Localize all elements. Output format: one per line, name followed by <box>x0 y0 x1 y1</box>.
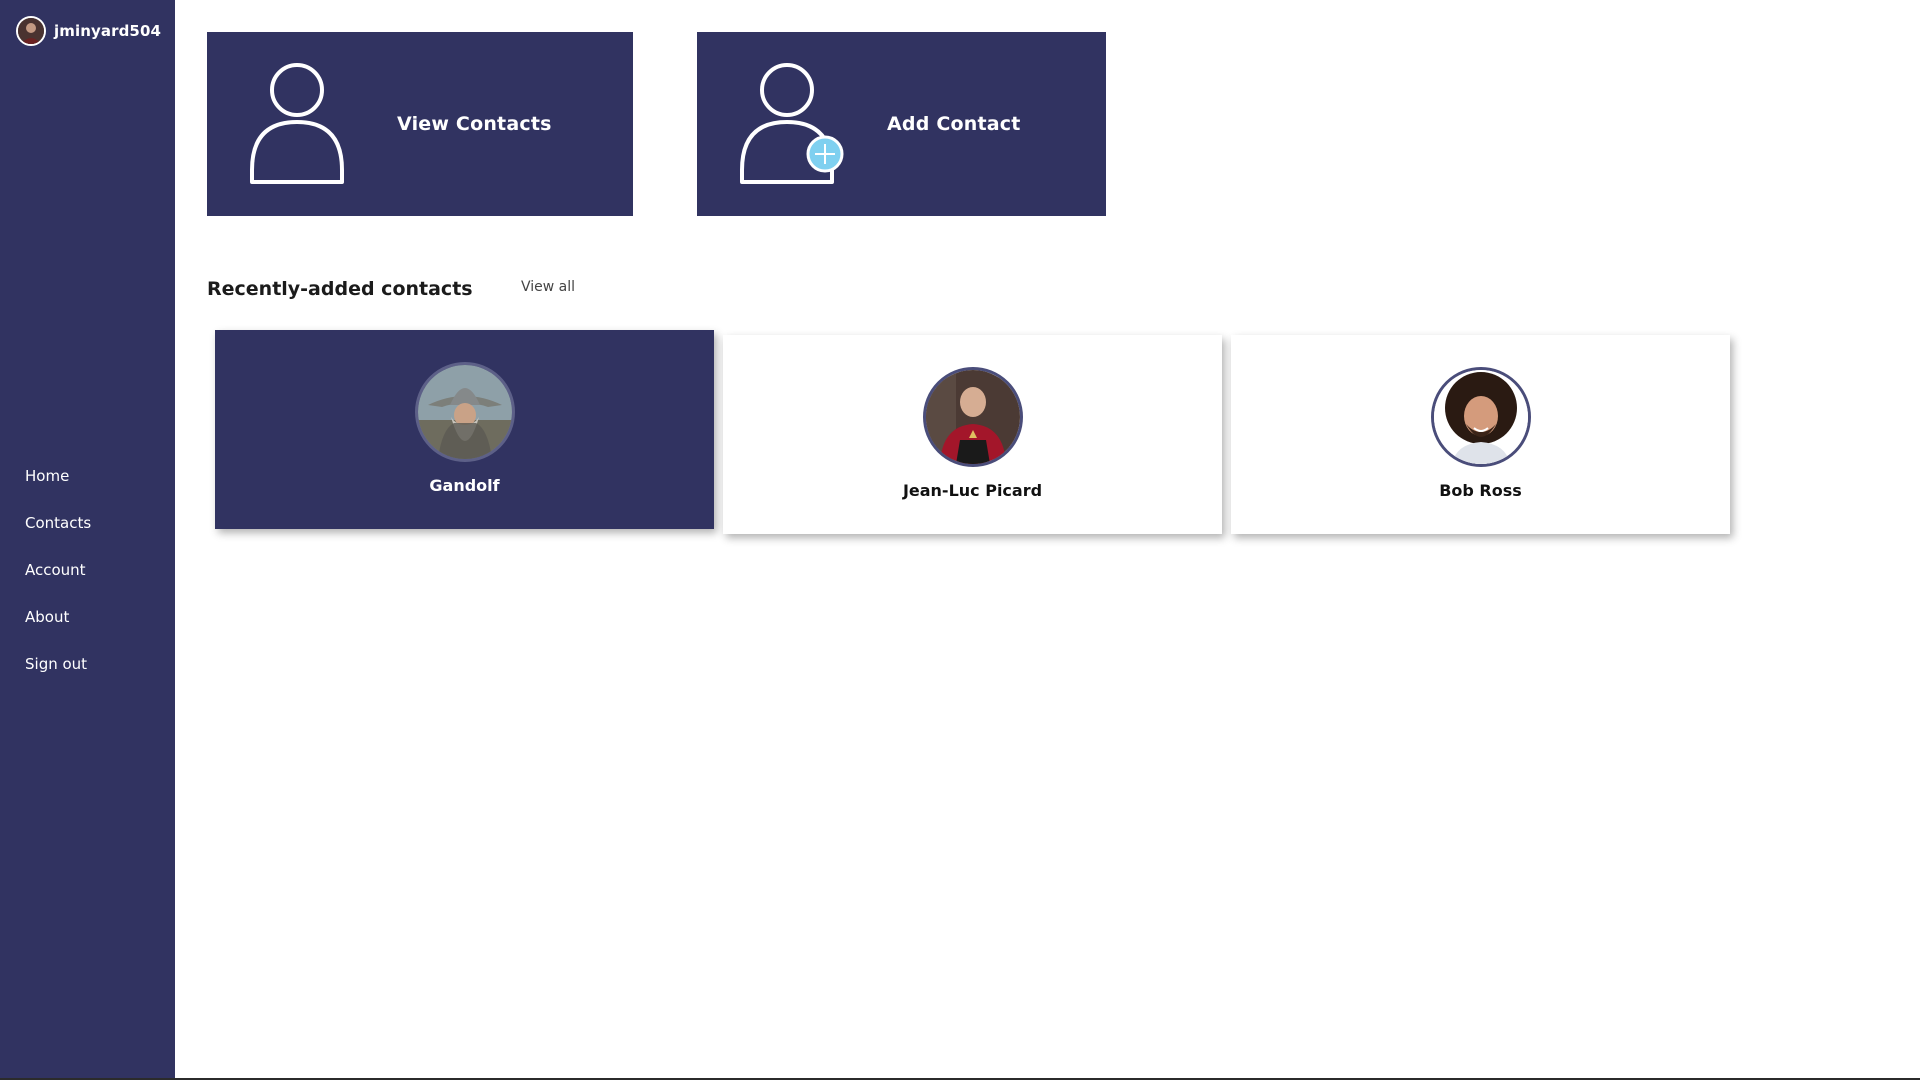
contact-card-gandolf[interactable]: Gandolf <box>215 330 714 529</box>
contact-avatar <box>922 367 1023 467</box>
add-person-icon <box>740 63 844 184</box>
contact-name: Bob Ross <box>1439 481 1522 500</box>
nav-account[interactable]: Account <box>25 557 91 604</box>
user-avatar <box>16 16 46 46</box>
user-profile[interactable]: jminyard504 <box>16 16 161 46</box>
view-contacts-label: View Contacts <box>397 113 552 135</box>
nav-contacts[interactable]: Contacts <box>25 510 91 557</box>
person-icon <box>250 63 344 184</box>
contact-avatar <box>1430 367 1531 467</box>
nav-about[interactable]: About <box>25 604 91 651</box>
sidebar: jminyard504 Home Contacts Account About … <box>0 0 175 1078</box>
username: jminyard504 <box>54 22 162 40</box>
add-contact-tile[interactable]: Add Contact <box>697 32 1106 216</box>
view-all-link[interactable]: View all <box>521 279 575 295</box>
sidebar-nav: Home Contacts Account About Sign out <box>25 463 91 698</box>
recent-contacts-title: Recently-added contacts <box>207 278 473 300</box>
view-contacts-tile[interactable]: View Contacts <box>207 32 633 216</box>
nav-sign-out[interactable]: Sign out <box>25 651 91 698</box>
contact-avatar <box>414 362 515 462</box>
contact-name: Gandolf <box>429 476 500 495</box>
contact-name: Jean-Luc Picard <box>902 481 1043 500</box>
add-contact-label: Add Contact <box>887 113 1021 135</box>
contact-card-bob-ross[interactable]: Bob Ross <box>1231 335 1730 534</box>
app: jminyard504 Home Contacts Account About … <box>0 0 1920 1080</box>
contact-card-picard[interactable]: Jean-Luc Picard <box>723 335 1222 534</box>
nav-home[interactable]: Home <box>25 463 91 510</box>
